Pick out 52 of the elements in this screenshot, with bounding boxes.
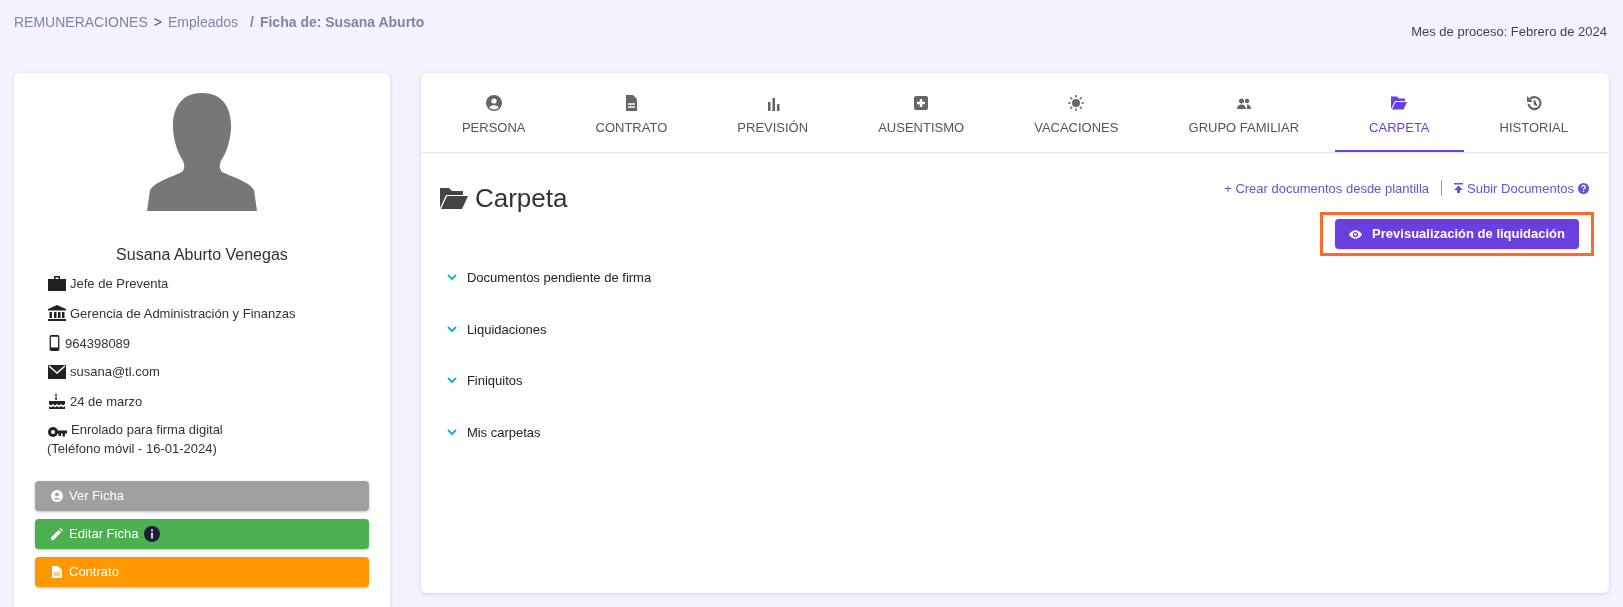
chevron-down-icon	[446, 428, 457, 436]
chevron-down-icon	[446, 325, 457, 333]
collapsible-section[interactable]: Mis carpetas	[446, 422, 1609, 442]
panel-title: Carpeta	[474, 181, 568, 215]
tab[interactable]: VACACIONES	[1000, 89, 1153, 152]
envelope-icon	[48, 365, 66, 379]
breadcrumb-separator: /	[250, 13, 254, 32]
history-icon	[1525, 95, 1542, 111]
tab[interactable]: HISTORIAL	[1465, 89, 1602, 152]
signature-text: Enrolado para firma digital	[71, 423, 223, 437]
person-silhouette-icon	[146, 93, 257, 211]
folder-icon	[1391, 95, 1408, 111]
tab[interactable]: CONTRATO	[561, 89, 702, 152]
folder-icon	[438, 186, 469, 210]
employee-name: Susana Aburto Venegas	[115, 245, 289, 265]
signature-note: (Teléfono móvil - 16-01-2024)	[47, 440, 218, 458]
department-text: Gerencia de Administración y Finanzas	[70, 307, 296, 321]
cake-icon	[48, 393, 66, 409]
create-from-template-link[interactable]: + Crear documentos desde plantilla	[1224, 178, 1430, 198]
tab[interactable]: CARPETA	[1335, 89, 1464, 152]
user-circle-icon	[51, 489, 63, 502]
breadcrumb-separator: >	[153, 13, 162, 32]
sun-icon	[1068, 95, 1085, 111]
key-icon	[48, 427, 67, 437]
tab[interactable]: AUSENTISMO	[844, 89, 999, 152]
chevron-down-icon	[446, 274, 457, 282]
chevron-down-icon	[446, 377, 457, 385]
job-text: Jefe de Preventa	[70, 277, 169, 291]
tab[interactable]: PERSONA	[427, 89, 560, 152]
birthday-text: 24 de marzo	[70, 395, 143, 409]
eye-icon	[1349, 229, 1363, 239]
collapsible-section[interactable]: Finiquitos	[446, 371, 1609, 391]
upload-icon	[1454, 183, 1464, 194]
help-icon[interactable]	[1578, 182, 1589, 194]
tab[interactable]: GRUPO FAMILIAR	[1154, 89, 1334, 152]
medical-cross-icon	[913, 95, 930, 111]
bank-icon	[48, 305, 66, 321]
collapsible-section[interactable]: Documentos pendiente de firma	[446, 268, 1609, 288]
pencil-icon	[51, 527, 63, 540]
phone-text: 964398089	[65, 337, 131, 351]
document-icon	[623, 95, 640, 111]
collapsible-section[interactable]: Liquidaciones	[446, 319, 1609, 339]
user-circle-icon	[485, 95, 502, 111]
breadcrumb-current: Ficha de: Susana Aburto	[259, 13, 425, 32]
upload-documents-link[interactable]: Subir Documentos	[1454, 178, 1574, 198]
email-text: susana@tl.com	[70, 365, 160, 379]
document-icon	[51, 565, 63, 578]
briefcase-icon	[48, 275, 66, 291]
process-month: Mes de proceso: Febrero de 2024	[1411, 23, 1607, 41]
mobile-phone-icon	[48, 335, 61, 351]
payslip-preview-button[interactable]: Previsualización de liquidación	[1335, 219, 1579, 249]
tab[interactable]: PREVISIÓN	[703, 89, 843, 152]
